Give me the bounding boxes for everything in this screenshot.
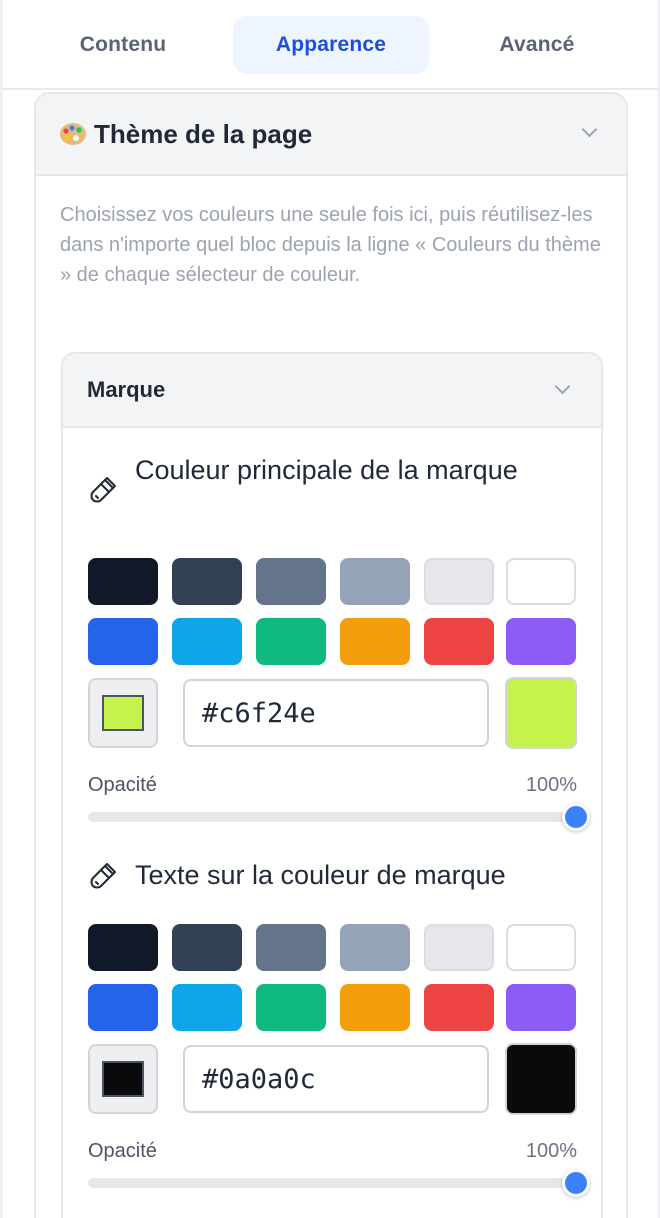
opacity-slider-track-primary[interactable]: [88, 812, 576, 822]
color-swatch[interactable]: [256, 984, 326, 1031]
color-swatch[interactable]: [506, 924, 576, 971]
color-swatch[interactable]: [424, 924, 494, 971]
color-picker-button-primary[interactable]: [88, 678, 158, 748]
color-swatch[interactable]: [256, 618, 326, 665]
brand-section: Marque Couleur principale de la marque O…: [61, 352, 603, 1218]
hex-input-text-on-brand[interactable]: [183, 1045, 489, 1113]
field-label-text-on-brand: Texte sur la couleur de marque: [135, 860, 506, 890]
color-picker-preview: [102, 695, 144, 731]
opacity-value-text-on-brand: 100%: [525, 1140, 577, 1162]
color-swatch[interactable]: [88, 984, 158, 1031]
opacity-slider-handle-text-on-brand[interactable]: [562, 1169, 590, 1197]
color-swatch[interactable]: [506, 984, 576, 1031]
tab-apparence[interactable]: Apparence: [233, 16, 429, 74]
color-swatch[interactable]: [256, 924, 326, 971]
opacity-label-primary: Opacité: [88, 774, 157, 796]
paintbrush-icon: [90, 477, 116, 503]
color-swatch[interactable]: [172, 618, 242, 665]
theme-panel-header[interactable]: Thème de la page: [36, 94, 626, 176]
color-preview-primary: [505, 677, 577, 749]
opacity-slider-handle-primary[interactable]: [562, 803, 590, 831]
color-swatch[interactable]: [88, 558, 158, 605]
theme-panel-title: Thème de la page: [94, 118, 313, 149]
color-picker-preview: [102, 1061, 144, 1097]
color-swatch[interactable]: [340, 558, 410, 605]
hex-input-primary[interactable]: [183, 679, 489, 747]
color-swatch[interactable]: [340, 984, 410, 1031]
color-swatch[interactable]: [424, 618, 494, 665]
color-swatch[interactable]: [424, 558, 494, 605]
chevron-down-icon[interactable]: [581, 121, 598, 138]
paintbrush-icon: [90, 863, 116, 889]
left-edge: [0, 0, 3, 1218]
color-swatch[interactable]: [424, 984, 494, 1031]
color-swatch[interactable]: [506, 558, 576, 605]
palette-emoji-icon: [60, 123, 86, 145]
color-picker-button-text-on-brand[interactable]: [88, 1044, 158, 1114]
color-swatch[interactable]: [172, 924, 242, 971]
opacity-label-text-on-brand: Opacité: [88, 1140, 157, 1162]
color-swatch[interactable]: [340, 924, 410, 971]
field-label-primary: Couleur principale de la marque: [135, 455, 518, 485]
color-swatch[interactable]: [88, 924, 158, 971]
tab-bar: Contenu Apparence Avancé: [3, 0, 658, 90]
tab-avance[interactable]: Avancé: [449, 16, 625, 74]
color-swatch[interactable]: [172, 558, 242, 605]
color-swatch[interactable]: [506, 618, 576, 665]
color-swatch[interactable]: [256, 558, 326, 605]
theme-panel-description: Choisissez vos couleurs une seule fois i…: [60, 204, 601, 286]
brand-section-title: Marque: [87, 377, 166, 402]
theme-panel: Thème de la page Choisissez vos couleurs…: [34, 92, 628, 1218]
color-preview-text-on-brand: [505, 1043, 577, 1115]
opacity-value-primary: 100%: [525, 774, 577, 796]
tab-contenu[interactable]: Contenu: [35, 16, 211, 74]
color-swatch[interactable]: [88, 618, 158, 665]
opacity-slider-track-text-on-brand[interactable]: [88, 1178, 576, 1188]
color-swatch[interactable]: [340, 618, 410, 665]
color-swatch[interactable]: [172, 984, 242, 1031]
theme-panel-title-row: Thème de la page: [58, 119, 312, 150]
brand-section-header[interactable]: Marque: [63, 354, 601, 428]
